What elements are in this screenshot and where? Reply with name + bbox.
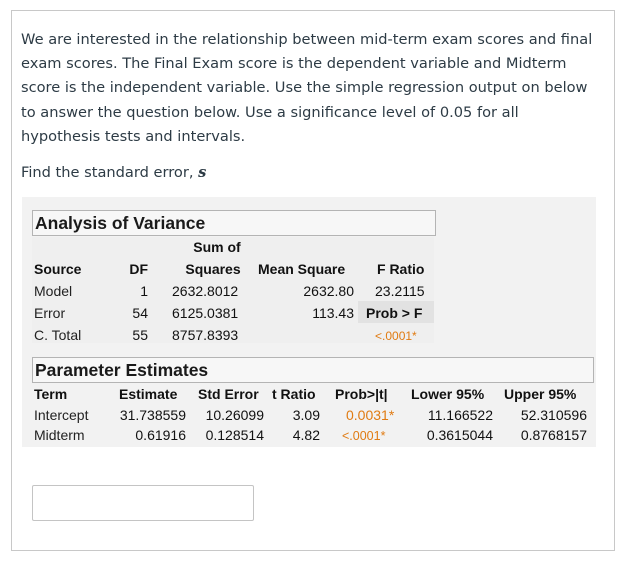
regression-output: Analysis of Variance Sum of Source DF Sq…	[22, 197, 596, 447]
pe-header-term: Term	[34, 386, 68, 402]
pe-header-prob: Prob>|t|	[335, 386, 388, 402]
anova-row-model-ss: 2632.8012	[172, 283, 239, 299]
anova-header-squares: Squares	[185, 261, 241, 277]
pe-row-midterm-prob: <.0001*	[342, 429, 386, 443]
anova-row-error-ss: 6125.0381	[172, 305, 239, 321]
anova-row-model-ms: 2632.80	[303, 283, 354, 299]
pe-row-midterm-lower: 0.3615044	[426, 427, 493, 443]
anova-prob-f-label: Prob > F	[366, 305, 423, 321]
pe-row-midterm-t-ratio: 4.82	[292, 427, 320, 443]
anova-row-model-f: 23.2115	[375, 283, 425, 299]
anova-row-total-source: C. Total	[34, 327, 82, 343]
pe-row-intercept-term: Intercept	[34, 407, 89, 423]
pe-row-midterm-std-error: 0.128514	[205, 427, 264, 443]
pe-row-intercept-upper: 52.310596	[520, 407, 587, 423]
pe-header-std-error: Std Error	[198, 386, 259, 402]
pe-header-lower: Lower 95%	[411, 386, 485, 402]
anova-prob-f-value: <.0001*	[375, 329, 417, 343]
pe-row-intercept-estimate: 31.738559	[119, 407, 186, 423]
anova-header-df: DF	[129, 261, 148, 277]
anova-header-source: Source	[34, 261, 82, 277]
anova-row-error-ms: 113.43	[312, 305, 354, 321]
anova-header-sum-of: Sum of	[193, 239, 241, 255]
pe-row-intercept-std-error: 10.26099	[205, 407, 264, 423]
question-prompt: We are interested in the relationship be…	[21, 31, 593, 145]
pe-row-midterm-term: Midterm	[34, 427, 85, 443]
anova-row-error-df: 54	[132, 305, 148, 321]
anova-row-model-df: 1	[140, 283, 148, 299]
pe-row-intercept-t-ratio: 3.09	[292, 407, 320, 423]
anova-row-total-ss: 8757.8393	[172, 327, 239, 343]
question-label: Find the standard error,	[21, 164, 199, 181]
anova-header-mean-square: Mean Square	[258, 261, 346, 277]
question-text: Find the standard error, s	[21, 161, 206, 185]
pe-header-t-ratio: t Ratio	[272, 386, 316, 402]
pe-header-upper: Upper 95%	[504, 386, 577, 402]
answer-input[interactable]	[32, 485, 254, 521]
anova-header-f-ratio: F Ratio	[377, 261, 425, 277]
anova-title: Analysis of Variance	[32, 210, 436, 236]
parameter-estimates-title: Parameter Estimates	[32, 357, 594, 383]
pe-row-intercept-prob: 0.0031*	[346, 407, 395, 423]
symbol-s: s	[198, 164, 207, 181]
pe-row-midterm-estimate: 0.61916	[135, 427, 186, 443]
pe-row-midterm-upper: 0.8768157	[520, 427, 587, 443]
pe-header-estimate: Estimate	[119, 386, 178, 402]
anova-row-total-df: 55	[132, 327, 148, 343]
anova-row-error-source: Error	[34, 305, 66, 321]
anova-row-model-source: Model	[34, 283, 73, 299]
pe-row-intercept-lower: 11.166522	[427, 407, 493, 423]
